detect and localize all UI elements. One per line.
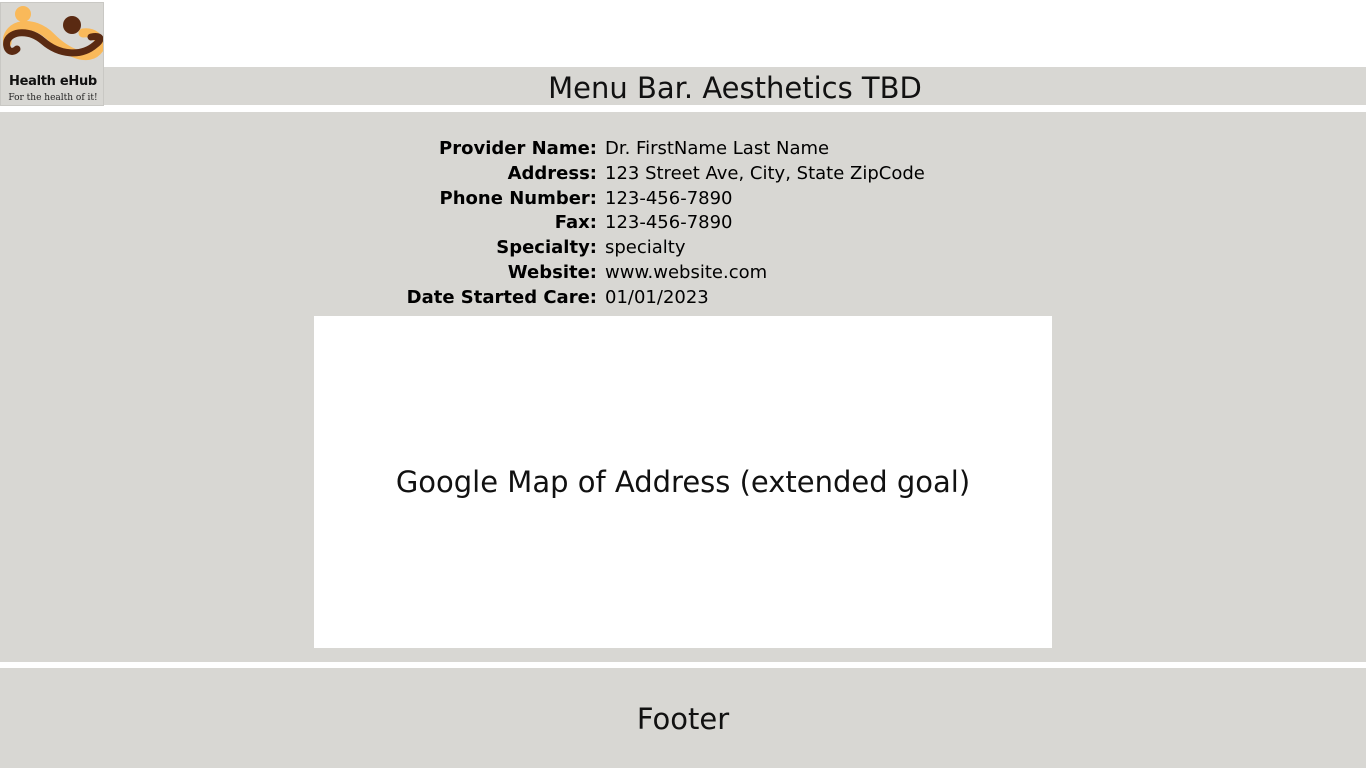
field-label: Date Started Care: xyxy=(406,286,597,308)
date-started-care-value: 01/01/2023 xyxy=(605,286,709,308)
fax-value: 123-456-7890 xyxy=(605,212,733,234)
footer-text: Footer xyxy=(636,702,730,736)
map-placeholder-text: Google Map of Address (extended goal) xyxy=(395,465,971,499)
menu-bar: Menu Bar. Aesthetics TBD xyxy=(0,67,1366,105)
logo-title: Health eHub xyxy=(9,74,97,89)
website-row: Website: www.website.com xyxy=(0,261,1366,286)
specialty-row: Specialty: specialty xyxy=(0,236,1366,261)
health-ehub-logo[interactable]: Health eHub For the health of it! xyxy=(0,2,104,106)
logo-tagline: For the health of it! xyxy=(8,93,98,103)
field-label: Fax: xyxy=(554,212,597,234)
infinity-people-icon xyxy=(3,6,103,61)
footer: Footer xyxy=(0,668,1366,768)
field-label: Specialty: xyxy=(496,237,597,259)
page: Menu Bar. Aesthetics TBD Health eHub For… xyxy=(0,0,1366,768)
main-content: Provider Name: Dr. FirstName Last Name A… xyxy=(0,112,1366,662)
map-placeholder[interactable]: Google Map of Address (extended goal) xyxy=(314,316,1052,648)
field-label: Provider Name: xyxy=(439,138,597,159)
address-value: 123 Street Ave, City, State ZipCode xyxy=(605,162,925,184)
field-label: Phone Number: xyxy=(439,187,597,209)
fax-row: Fax: 123-456-7890 xyxy=(0,211,1366,236)
specialty-value: specialty xyxy=(605,237,686,259)
field-label: Website: xyxy=(507,261,597,283)
phone-value: 123-456-7890 xyxy=(605,187,733,209)
website-value[interactable]: www.website.com xyxy=(605,261,767,286)
provider-info: Provider Name: Dr. FirstName Last Name A… xyxy=(0,137,1366,311)
address-row: Address: 123 Street Ave, City, State Zip… xyxy=(0,162,1366,187)
provider-name-row: Provider Name: Dr. FirstName Last Name xyxy=(0,137,1366,162)
phone-row: Phone Number: 123-456-7890 xyxy=(0,187,1366,212)
date-started-care-row: Date Started Care: 01/01/2023 xyxy=(0,286,1366,311)
field-label: Address: xyxy=(507,162,597,184)
provider-name-value: Dr. FirstName Last Name xyxy=(605,138,830,159)
menu-bar-text: Menu Bar. Aesthetics TBD xyxy=(548,71,922,105)
